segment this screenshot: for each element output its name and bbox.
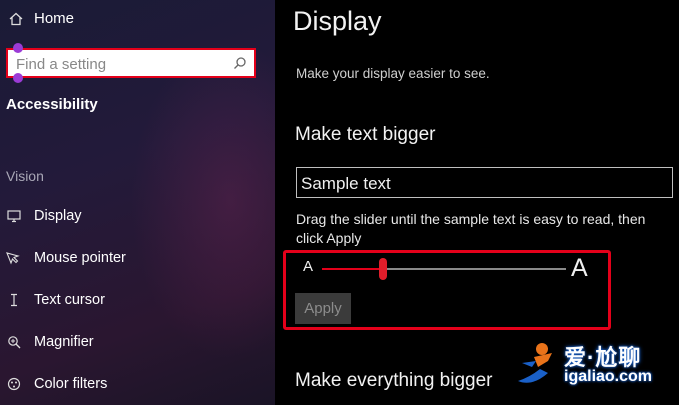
section-heading-text-bigger: Make text bigger [295,124,436,145]
search-icon[interactable] [232,55,248,71]
group-label-vision: Vision [6,168,44,184]
text-size-slider-thumb[interactable] [379,258,387,280]
page-title: Display [293,6,382,36]
slider-instructions: Drag the slider until the sample text is… [296,211,646,246]
home-icon [8,11,24,27]
section-title-accessibility: Accessibility [6,96,98,113]
text-size-slider-fill [322,268,383,270]
sidebar-item-label: Text cursor [34,292,105,308]
search-input[interactable] [14,52,228,76]
watermark: 爱·尬聊 igaliao.com [512,337,678,393]
watermark-url: igaliao.com [564,368,653,385]
apply-button[interactable]: Apply [295,293,351,324]
color-filters-icon [6,376,22,392]
magnifier-icon [6,334,22,350]
mouse-pointer-icon [6,250,22,266]
sidebar-item-text-cursor[interactable]: Text cursor [6,292,105,308]
sidebar-item-magnifier[interactable]: Magnifier [6,334,94,350]
search-box[interactable] [6,48,256,78]
section-heading-everything-bigger: Make everything bigger [295,370,493,391]
sidebar-item-label: Mouse pointer [34,250,126,266]
touch-point-marker-top [13,43,23,53]
sidebar-item-color-filters[interactable]: Color filters [6,376,107,392]
slider-max-label: A [571,254,588,282]
home-label: Home [34,10,75,27]
slider-min-label: A [303,258,314,275]
sidebar-item-display[interactable]: Display [6,208,82,224]
sample-text-preview: Sample text [296,167,673,198]
sidebar-item-label: Magnifier [34,334,94,350]
sidebar-item-label: Color filters [34,376,108,392]
sidebar-item-label: Display [34,208,82,224]
page-subtitle: Make your display easier to see. [296,66,490,81]
text-cursor-icon [6,292,22,308]
sidebar-item-mouse-pointer[interactable]: Mouse pointer [6,250,126,266]
touch-point-marker-bottom [13,73,23,83]
sidebar: Home Accessibility Vision Display Mouse … [0,0,275,405]
watermark-logo-icon [518,343,552,383]
home-nav-item[interactable]: Home [8,10,74,27]
monitor-icon [6,208,22,224]
